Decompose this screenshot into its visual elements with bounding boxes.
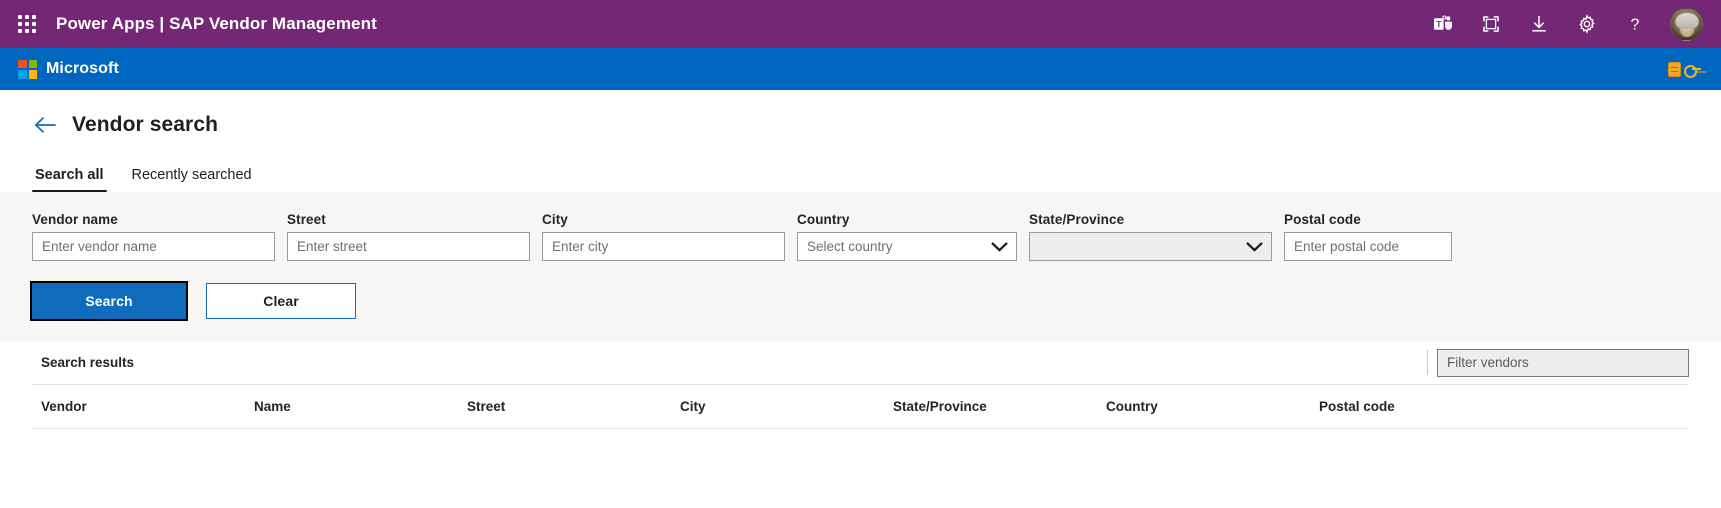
street-input[interactable] <box>287 232 530 261</box>
field-country: Country Select country <box>797 212 1017 261</box>
teams-icon[interactable]: T <box>1430 11 1456 37</box>
label-state-province: State/Province <box>1029 212 1125 227</box>
page-title: Vendor search <box>72 113 219 136</box>
svg-text:T: T <box>1436 19 1442 29</box>
microsoft-brand-bar: Microsoft <box>0 48 1721 90</box>
results-header: Search results <box>32 341 1689 385</box>
suite-header-bar: Power Apps | SAP Vendor Management T ? <box>0 0 1721 48</box>
country-select-wrap: Select country <box>797 232 1017 261</box>
search-button[interactable]: Search <box>30 281 188 321</box>
suite-actions: T ? <box>1430 7 1703 41</box>
vendor-name-input[interactable] <box>32 232 275 261</box>
page-title-row: Vendor search <box>32 112 1721 138</box>
app-launcher-waffle-icon[interactable] <box>14 11 40 37</box>
state-select-wrap <box>1029 232 1272 261</box>
country-select[interactable]: Select country <box>797 232 1017 261</box>
clear-button[interactable]: Clear <box>206 283 356 319</box>
results-title: Search results <box>41 355 135 370</box>
cookie-key-icon[interactable] <box>1668 61 1701 78</box>
search-criteria-panel: Vendor name Street City Country Select c… <box>0 192 1721 341</box>
label-vendor-name: Vendor name <box>32 212 118 227</box>
page-header: Vendor search <box>0 90 1721 138</box>
field-postal-code: Postal code <box>1284 212 1452 261</box>
help-icon[interactable]: ? <box>1622 11 1648 37</box>
tab-search-all[interactable]: Search all <box>32 167 107 192</box>
microsoft-squares-icon <box>18 59 37 79</box>
download-icon[interactable] <box>1526 11 1552 37</box>
tab-recently-searched[interactable]: Recently searched <box>129 167 255 192</box>
user-avatar[interactable] <box>1670 7 1703 41</box>
key-icon <box>1684 63 1701 78</box>
label-city: City <box>542 212 568 227</box>
form-actions: Search Clear <box>30 281 1689 321</box>
cookie-stack-icon <box>1668 61 1681 77</box>
settings-gear-icon[interactable] <box>1574 11 1600 37</box>
label-postal-code: Postal code <box>1284 212 1361 227</box>
search-results-panel: Search results Vendor Name Street City S… <box>0 341 1721 485</box>
label-country: Country <box>797 212 850 227</box>
results-table-header: Vendor Name Street City State/Province C… <box>32 385 1689 429</box>
field-street: Street <box>287 212 530 261</box>
suite-app-title: Power Apps | SAP Vendor Management <box>56 14 377 33</box>
state-province-select[interactable] <box>1029 232 1272 261</box>
divider <box>1427 350 1428 375</box>
column-header-state-province[interactable]: State/Province <box>884 399 1097 414</box>
back-arrow-icon[interactable] <box>32 112 58 138</box>
filter-area <box>1427 348 1689 377</box>
microsoft-wordmark: Microsoft <box>46 60 119 77</box>
svg-text:?: ? <box>1631 16 1640 33</box>
results-table-body <box>32 429 1689 485</box>
fullscreen-icon[interactable] <box>1478 11 1504 37</box>
postal-code-input[interactable] <box>1284 232 1452 261</box>
city-input[interactable] <box>542 232 785 261</box>
tab-list: Search all Recently searched <box>0 154 1721 192</box>
filter-vendors-input[interactable] <box>1437 348 1689 377</box>
column-header-postal-code[interactable]: Postal code <box>1310 399 1523 414</box>
column-header-street[interactable]: Street <box>458 399 671 414</box>
column-header-city[interactable]: City <box>671 399 884 414</box>
field-vendor-name: Vendor name <box>32 212 275 261</box>
label-street: Street <box>287 212 326 227</box>
column-header-name[interactable]: Name <box>245 399 458 414</box>
column-header-vendor[interactable]: Vendor <box>32 399 245 414</box>
field-city: City <box>542 212 785 261</box>
field-state-province: State/Province <box>1029 212 1272 261</box>
search-field-row: Vendor name Street City Country Select c… <box>32 212 1689 261</box>
column-header-country[interactable]: Country <box>1097 399 1310 414</box>
microsoft-logo[interactable]: Microsoft <box>18 59 119 79</box>
